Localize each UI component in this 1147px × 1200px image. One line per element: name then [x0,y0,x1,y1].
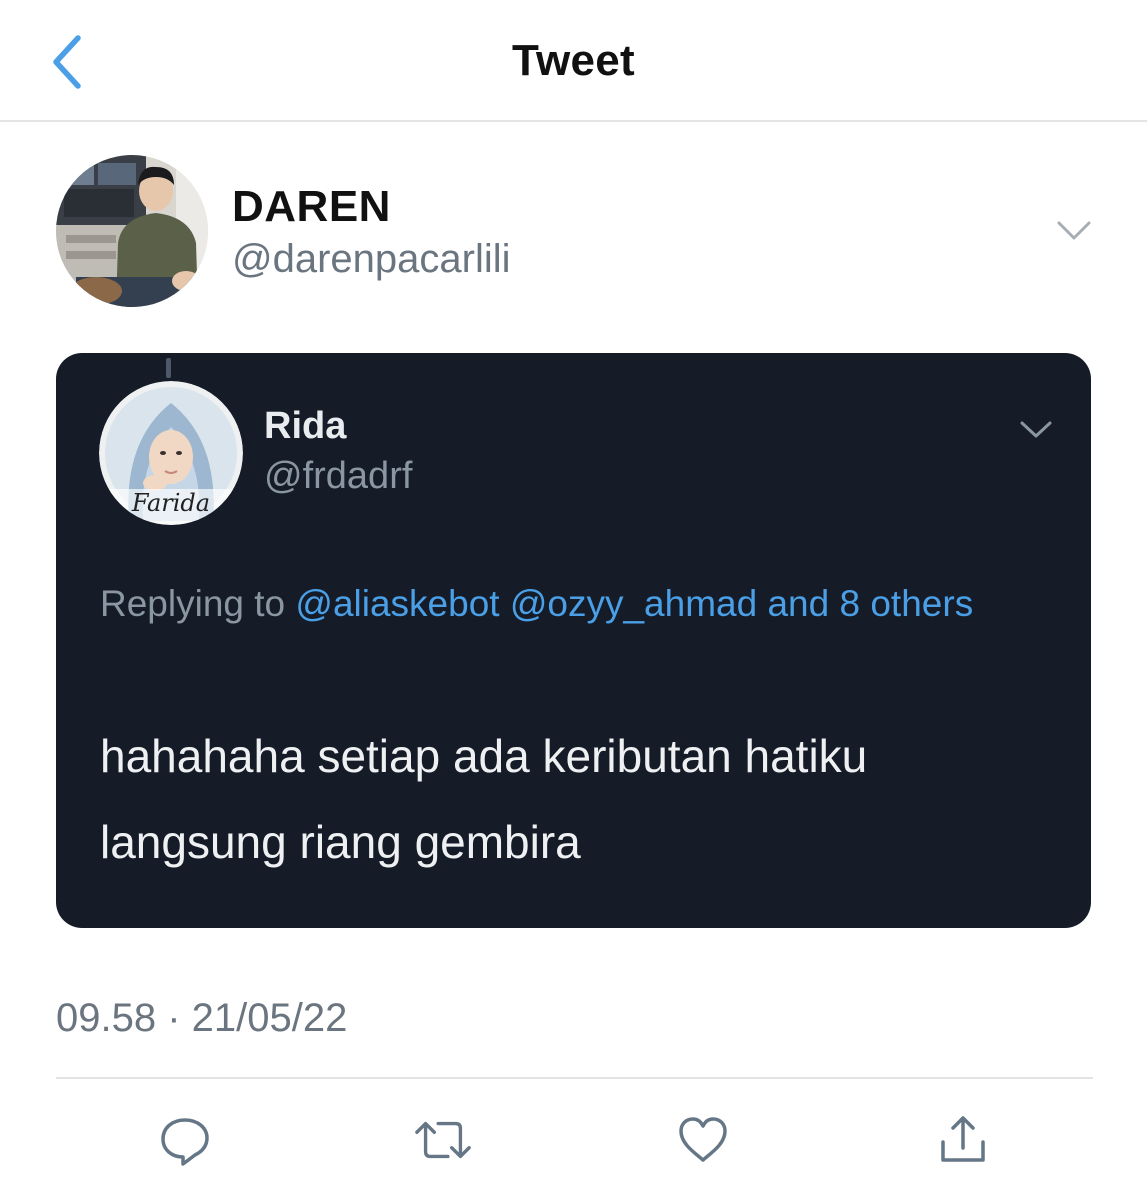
retweet-button[interactable] [413,1110,473,1170]
author-name[interactable]: DAREN [232,182,391,232]
page-title: Tweet [512,36,635,85]
heart-icon [679,1117,727,1162]
quoted-author-handle: @frdadrf [264,455,413,497]
chevron-down-icon [1057,221,1091,240]
mention-link: @aliaskebot [295,583,500,624]
tweet-action-bar [0,1100,1147,1180]
mention-link: @ozyy_ahmad [509,583,758,624]
retweet-icon [415,1121,471,1159]
quoted-author-name: Rida [264,405,347,447]
replying-to-line: Replying to @aliaskebot @ozyy_ahmad and … [100,575,1000,633]
quoted-author-avatar: Farida [99,381,243,525]
avatar-watermark: Farida [131,489,211,517]
divider [56,1077,1093,1079]
thread-connector-line [166,358,171,378]
author-avatar-image [56,155,208,307]
quoted-tweet-options [1016,413,1056,447]
replying-others-link: and 8 others [767,583,974,624]
top-nav-bar: Tweet [0,0,1147,122]
reply-button[interactable] [155,1110,215,1170]
share-icon [941,1116,985,1162]
like-button[interactable] [673,1110,733,1170]
author-avatar[interactable] [56,155,208,307]
share-button[interactable] [933,1110,993,1170]
replying-prefix: Replying to [100,583,286,624]
chevron-down-icon [1020,421,1052,438]
quoted-tweet-image[interactable]: Farida Rida @frdadrf Replying to @aliask… [56,353,1091,928]
quoted-tweet-text: hahahaha setiap ada keributan hatiku lan… [100,730,868,868]
tweet-timestamp: 09.58 · 21/05/22 [56,996,348,1040]
comment-icon [161,1118,209,1166]
tweet-options-button[interactable] [1052,214,1096,248]
author-handle[interactable]: @darenpacarlili [232,237,511,282]
